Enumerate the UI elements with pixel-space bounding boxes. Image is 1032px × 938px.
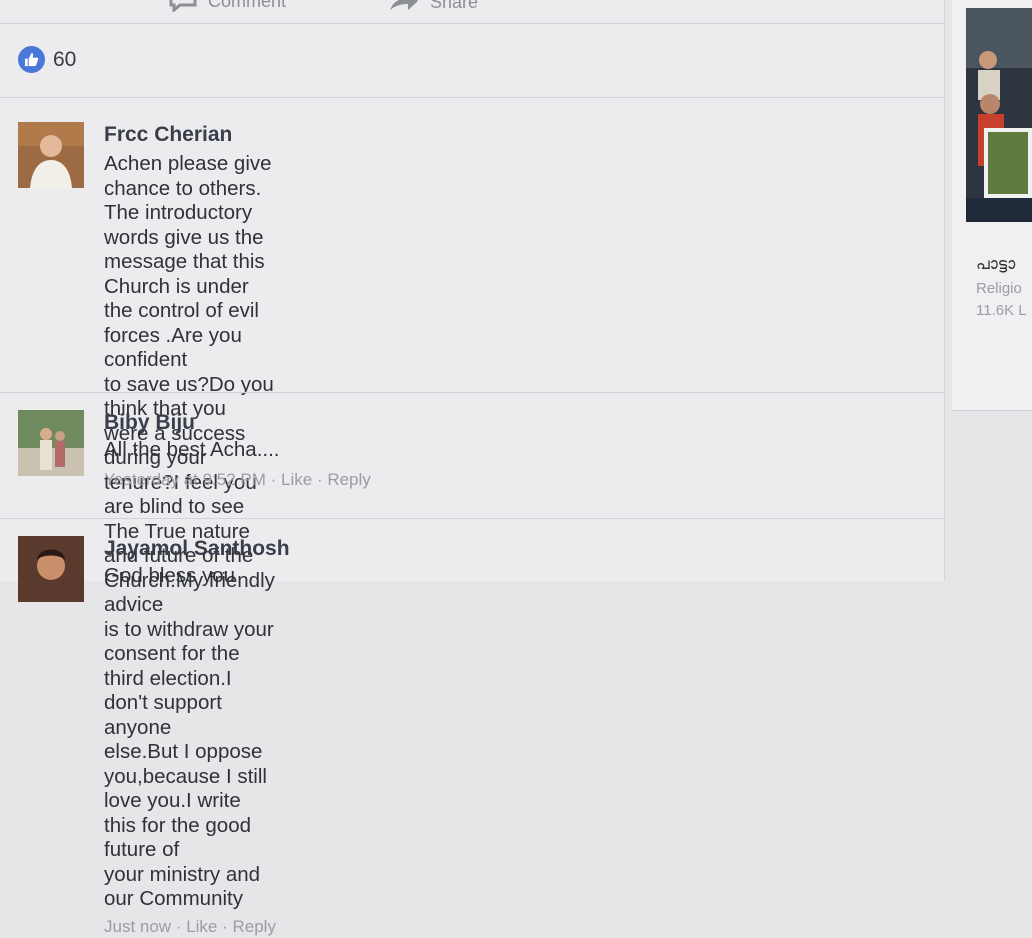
like-link[interactable]: Like <box>186 917 217 936</box>
like-link[interactable]: Like <box>281 470 312 489</box>
comment-text-line: your ministry and our Community <box>104 862 261 911</box>
right-sidebar: പാട്ടാ Religio 11.6K L <box>952 0 1032 411</box>
share-label: Share <box>430 0 479 12</box>
avatar[interactable] <box>18 410 84 476</box>
post-action-bar: Comment Share <box>0 0 945 24</box>
comment-meta: Just now · Like · Reply <box>104 916 276 936</box>
comment-icon <box>169 0 197 12</box>
comment-text: All the best Acha.... <box>104 438 371 463</box>
page-thumbnail[interactable] <box>966 8 1032 222</box>
sidebar-page-name[interactable]: പാട്ടാ <box>976 256 1015 274</box>
avatar[interactable] <box>18 536 84 602</box>
comment-text: God bless you <box>104 564 290 589</box>
share-button[interactable]: Share <box>388 0 478 14</box>
comment-text-line: All the best Acha.... <box>104 438 280 461</box>
reaction-summary[interactable]: 60 <box>18 46 76 73</box>
comment-author[interactable]: Biby Biju <box>104 410 371 436</box>
comment-author[interactable]: Jayamol Santhosh <box>104 536 290 562</box>
comment-text-line: Achen please give chance to others. The … <box>104 152 272 249</box>
comment-label: Comment <box>208 0 287 11</box>
comment-text-line: is to withdraw your consent for the thir… <box>104 617 274 739</box>
comment-timestamp[interactable]: Just now <box>104 917 171 936</box>
divider <box>0 518 945 519</box>
comment-timestamp[interactable]: Yesterday at 9:52 PM <box>104 470 266 489</box>
share-icon <box>390 0 418 10</box>
comment-text-line: else.But I oppose you,because I still lo… <box>104 740 267 861</box>
sidebar-page-category: Religio <box>976 280 1022 297</box>
sidebar-page-likes: 11.6K L <box>976 302 1027 319</box>
comment-meta: Yesterday at 9:52 PM · Like · Reply <box>104 469 371 489</box>
comment-text-line: God bless you <box>104 564 236 587</box>
divider <box>0 392 945 393</box>
reply-link[interactable]: Reply <box>327 470 370 489</box>
divider <box>0 97 945 98</box>
comment-author[interactable]: Frcc Cherian <box>104 122 276 148</box>
like-icon <box>18 46 45 73</box>
comment-text-line: message that this Church is under the co… <box>104 250 265 371</box>
reaction-count: 60 <box>53 47 77 71</box>
avatar[interactable] <box>18 122 84 188</box>
comment-text: Achen please give chance to others. The … <box>104 152 276 912</box>
comment-button[interactable]: Comment <box>168 0 286 12</box>
reply-link[interactable]: Reply <box>233 917 276 936</box>
comment-feed: Comment Share 60 Frcc Cherian Achen plea… <box>0 0 945 936</box>
